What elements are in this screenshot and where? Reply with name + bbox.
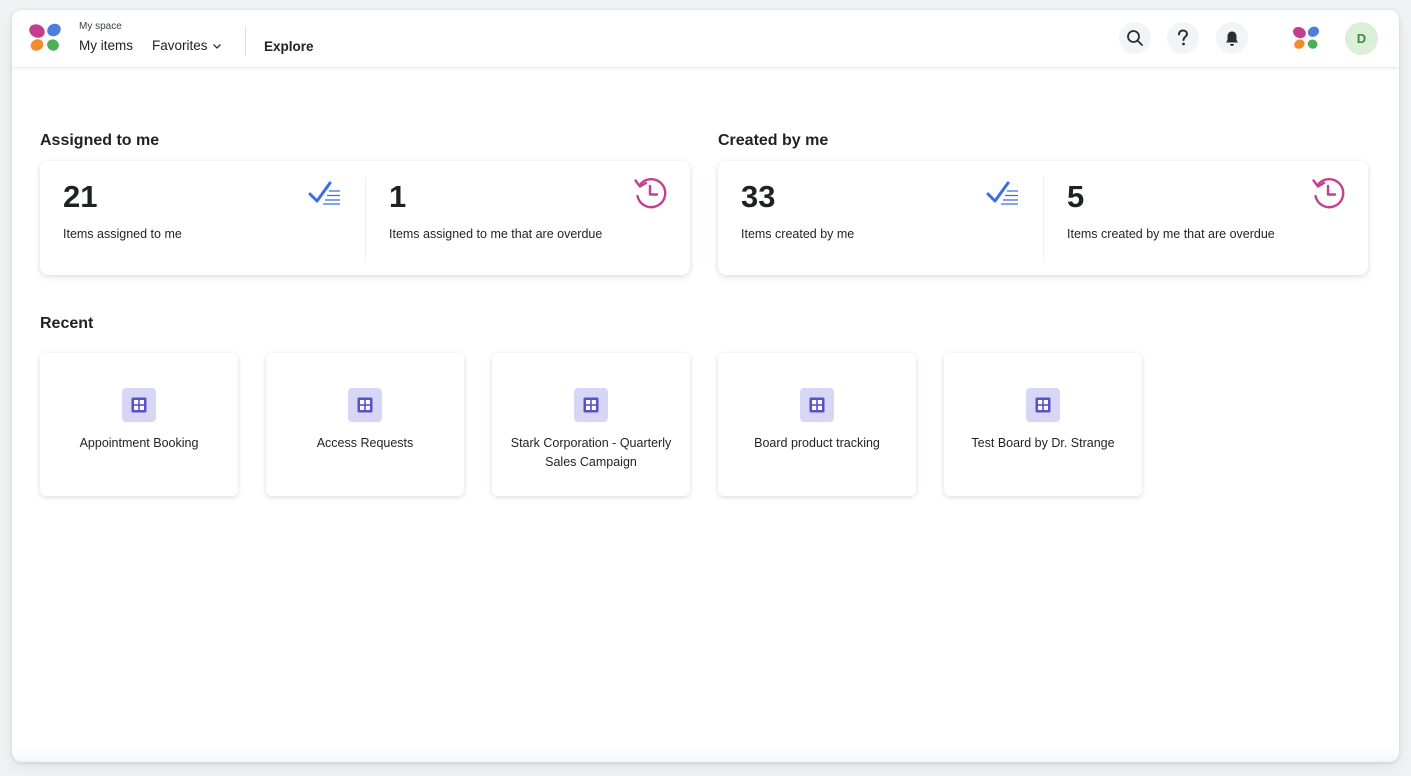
workspace-logo-icon[interactable]	[1292, 25, 1320, 50]
help-button[interactable]	[1167, 22, 1199, 54]
created-total-stat[interactable]: 33 Items created by me	[718, 161, 1043, 275]
favorites-label: Favorites	[152, 38, 208, 53]
board-name: Stark Corporation - Quarterly Sales Camp…	[510, 436, 672, 469]
recent-board-card[interactable]: Board product tracking	[718, 353, 916, 496]
recent-section-title: Recent	[40, 315, 94, 332]
created-overdue-stat[interactable]: 5 Items created by me that are overdue	[1044, 161, 1369, 275]
recent-board-card[interactable]: Appointment Booking	[40, 353, 238, 496]
board-name: Access Requests	[316, 436, 414, 450]
created-stats-card: 33 Items created by me 5 Items created b…	[718, 161, 1368, 275]
recent-board-card[interactable]: Test Board by Dr. Strange	[944, 353, 1142, 496]
checklist-icon	[308, 181, 340, 205]
my-items-link[interactable]: My items	[79, 37, 133, 55]
board-name: Test Board by Dr. Strange	[971, 436, 1115, 450]
created-section-title: Created by me	[718, 132, 829, 149]
app-window: My space My items Favorites Explore D As…	[12, 10, 1399, 762]
breadcrumb: My space	[79, 21, 122, 32]
board-icon	[122, 388, 156, 422]
stat-label: Items created by me	[741, 227, 855, 241]
checklist-icon	[986, 181, 1018, 205]
assigned-stats-card: 21 Items assigned to me 1 Items assigned…	[40, 161, 690, 275]
stat-value: 1	[389, 179, 407, 214]
app-logo-icon[interactable]	[28, 22, 62, 52]
favorites-dropdown[interactable]: Favorites	[152, 37, 222, 55]
recent-board-card[interactable]: Access Requests	[266, 353, 464, 496]
stat-value: 33	[741, 179, 776, 214]
nav-group: My space My items Favorites	[79, 20, 222, 55]
search-icon	[1127, 30, 1143, 46]
search-button[interactable]	[1119, 22, 1151, 54]
board-icon	[1026, 388, 1060, 422]
stat-label: Items assigned to me	[63, 227, 182, 241]
assigned-section-title: Assigned to me	[40, 132, 160, 149]
assigned-overdue-stat[interactable]: 1 Items assigned to me that are overdue	[366, 161, 691, 275]
chevron-down-icon	[212, 44, 221, 49]
stat-value: 5	[1067, 179, 1085, 214]
stat-label: Items created by me that are overdue	[1067, 227, 1275, 241]
stat-label: Items assigned to me that are overdue	[389, 227, 603, 241]
nav-divider	[245, 26, 246, 56]
board-icon	[574, 388, 608, 422]
history-clock-icon	[634, 178, 667, 209]
recent-board-card[interactable]: Stark Corporation - Quarterly Sales Camp…	[492, 353, 690, 496]
top-navigation-bar: My space My items Favorites Explore D	[12, 10, 1399, 67]
bell-icon	[1226, 31, 1238, 46]
bottom-fade	[12, 748, 1399, 762]
explore-link[interactable]: Explore	[264, 38, 314, 56]
board-name: Board product tracking	[754, 436, 880, 450]
notifications-button[interactable]	[1216, 22, 1248, 54]
help-icon	[1178, 29, 1189, 46]
user-avatar[interactable]: D	[1345, 22, 1378, 55]
board-name: Appointment Booking	[79, 436, 199, 450]
board-icon	[800, 388, 834, 422]
assigned-total-stat[interactable]: 21 Items assigned to me	[40, 161, 365, 275]
history-clock-icon	[1312, 178, 1345, 209]
stat-value: 21	[63, 179, 98, 214]
board-icon	[348, 388, 382, 422]
